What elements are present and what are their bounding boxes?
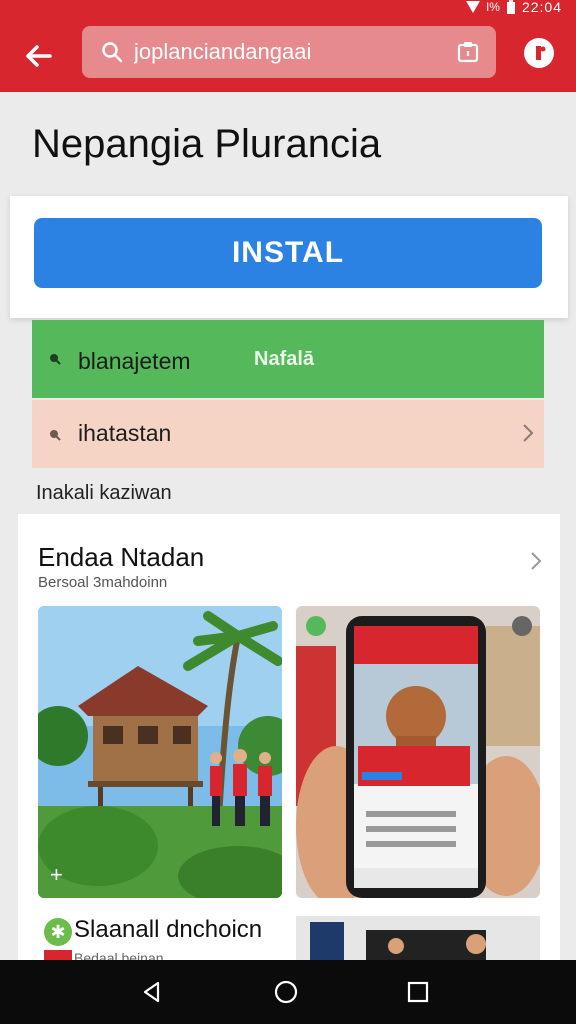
square-recent-icon [407, 981, 429, 1003]
battery-icon [506, 0, 515, 14]
wifi-icon [465, 1, 480, 13]
phone-photo[interactable] [296, 606, 540, 898]
list-item-label: ihatastan [78, 420, 172, 446]
status-time: 22:04 [521, 0, 562, 15]
list-item-label: blanajetem [78, 348, 191, 374]
app-bar [0, 18, 576, 92]
category-icon [44, 950, 72, 960]
search-bar[interactable] [82, 26, 496, 78]
system-nav-bar [0, 960, 576, 1024]
arrow-left-icon [26, 45, 52, 67]
page-title: Nepangia Plurancia [32, 122, 382, 166]
next-photo[interactable] [296, 916, 540, 960]
section-label: Inakali kaziwan [36, 482, 172, 504]
info-button[interactable] [524, 38, 554, 68]
pin-icon [50, 354, 61, 365]
install-card: INSTAL [10, 196, 568, 318]
signal-text: I% [485, 0, 500, 14]
nav-back-button[interactable] [134, 974, 170, 1010]
list-item-ihatastan[interactable]: ihatastan [32, 400, 544, 468]
app-icon: ✱ [44, 918, 72, 946]
svg-text:+: + [50, 862, 63, 887]
circle-home-icon [274, 980, 298, 1004]
chevron-right-icon [523, 424, 534, 442]
list-item-blanajetem[interactable]: blanajetem Nafalā [32, 320, 544, 398]
feed-card: Endaa Ntadan Bersoal 3mahdoinn + ✱ Slaan… [18, 514, 560, 966]
triangle-back-icon [143, 981, 160, 1003]
install-button[interactable]: INSTAL [34, 218, 542, 288]
chevron-right-icon[interactable] [528, 550, 544, 572]
info-icon [536, 46, 546, 60]
search-icon[interactable] [100, 40, 124, 64]
search-input[interactable] [134, 34, 434, 70]
feed-title: Endaa Ntadan [38, 542, 205, 572]
status-bar: I% 22:04 [0, 0, 576, 18]
clipboard-icon[interactable] [456, 40, 480, 64]
feed-item-title[interactable]: Slaanall dnchoicn [74, 916, 262, 944]
nav-recent-button[interactable] [400, 974, 436, 1010]
status-badge: Nafalā [254, 348, 315, 370]
pin-icon [50, 430, 61, 441]
feed-subtitle: Bersoal 3mahdoinn [38, 574, 168, 591]
status-indicators: I% 22:04 [465, 0, 562, 15]
house-photo[interactable]: + [38, 606, 282, 898]
back-button[interactable] [18, 36, 58, 76]
nav-home-button[interactable] [268, 974, 304, 1010]
